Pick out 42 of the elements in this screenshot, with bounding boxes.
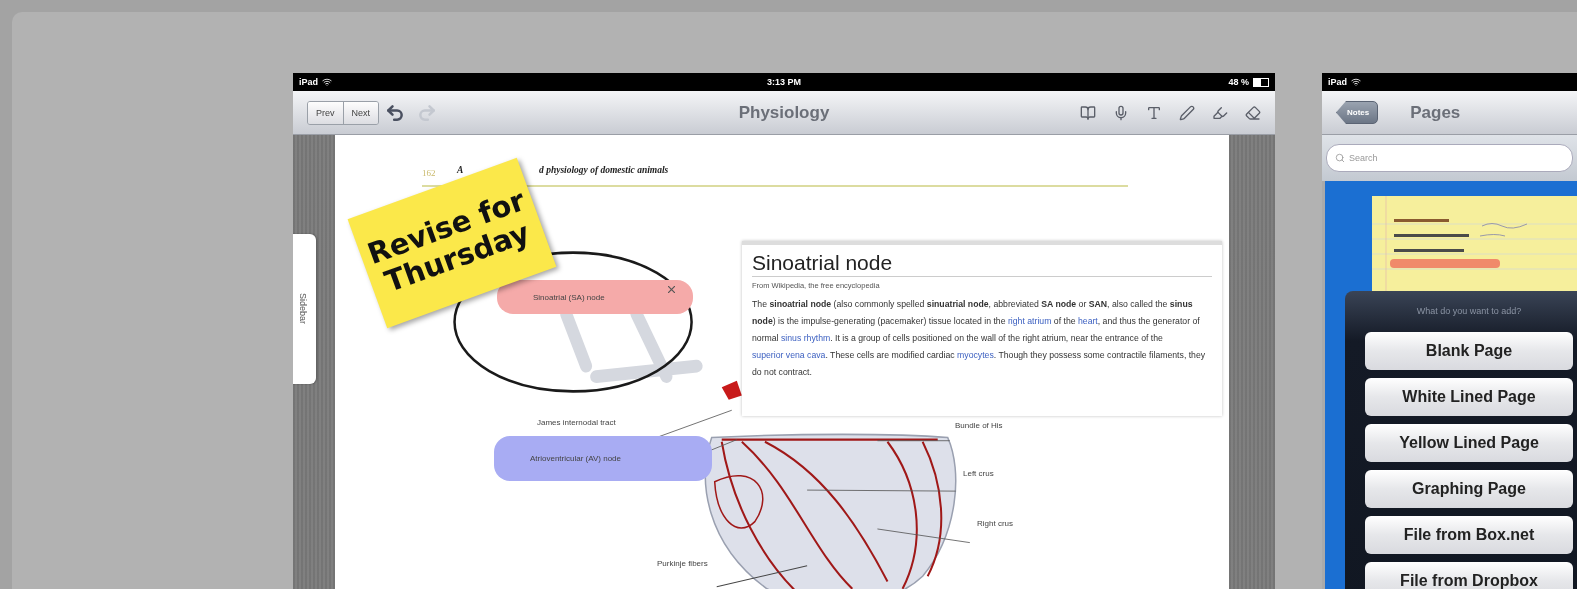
sheet-option-button[interactable]: File from Box.net <box>1365 516 1573 554</box>
article-link[interactable]: right atrium <box>1007 316 1052 326</box>
eraser-icon[interactable] <box>1245 104 1261 121</box>
clock-time: 3:13 PM <box>767 77 801 87</box>
device-name: iPad <box>299 77 318 87</box>
sidebar-tab[interactable]: Sidebar <box>293 234 316 384</box>
node-marker <box>721 380 742 400</box>
wifi-icon <box>1351 77 1361 87</box>
battery-percent: 48 % <box>1228 77 1249 87</box>
article-link[interactable]: heart <box>1077 316 1098 326</box>
page-number: 162 <box>422 168 436 178</box>
highlighter-icon[interactable] <box>1212 104 1228 121</box>
sheet-option-button[interactable]: Graphing Page <box>1365 470 1573 508</box>
figure-label: James internodal tract <box>537 418 616 427</box>
nav-title: Pages <box>1410 102 1461 123</box>
sheet-option-button[interactable]: Blank Page <box>1365 332 1573 370</box>
popup-title: Sinoatrial node <box>752 251 1212 277</box>
sheet-option-button[interactable]: File from Dropbox <box>1365 562 1573 589</box>
figure-label: Left crus <box>963 469 994 478</box>
search-icon <box>1335 153 1345 163</box>
highlight-label: Atrioventricular (AV) node <box>494 436 712 481</box>
device-name: iPad <box>1328 77 1347 87</box>
figure-label: Purkinje fibers <box>657 559 708 568</box>
microphone-icon[interactable] <box>1113 104 1129 121</box>
highlight-label: Sinoatrial (SA) node <box>497 280 693 314</box>
wifi-icon <box>322 77 332 87</box>
text-tool-icon[interactable] <box>1146 104 1162 121</box>
pen-icon[interactable] <box>1179 104 1195 121</box>
sheet-prompt: What do you want to add? <box>1415 306 1523 316</box>
book-icon[interactable] <box>1080 104 1096 121</box>
running-header: A <box>457 165 464 175</box>
page-nav-button[interactable]: Next <box>342 101 379 124</box>
figure-label: Right crus <box>977 519 1013 528</box>
article-paragraph: The sinoatrial node (also commonly spelled sinuatrial node, abbreviated SA node or SAN, also called the sinus node) is the impulse-generating (pacemaker) tissue located in the right atrium of the heart, and thus the generator of normal sinus rhythm. It is a group of cells positioned on the wall of the right atrium, near the entrance of the superior vena cava. These cells are modified cardiac myocytes. Though they possess some contractile filaments, they do not contract. <box>752 298 1207 379</box>
toolbar-title: Physiology <box>738 102 830 122</box>
article-link[interactable]: myocytes <box>957 350 994 360</box>
page-nav-button[interactable]: Prev <box>308 101 343 124</box>
battery-icon <box>1253 77 1269 87</box>
close-icon[interactable] <box>668 286 675 293</box>
sheet-option-button[interactable]: Yellow Lined Page <box>1365 424 1573 462</box>
figure-label: Bundle of His <box>955 421 1003 430</box>
sheet-option-button[interactable]: White Lined Page <box>1365 378 1573 416</box>
